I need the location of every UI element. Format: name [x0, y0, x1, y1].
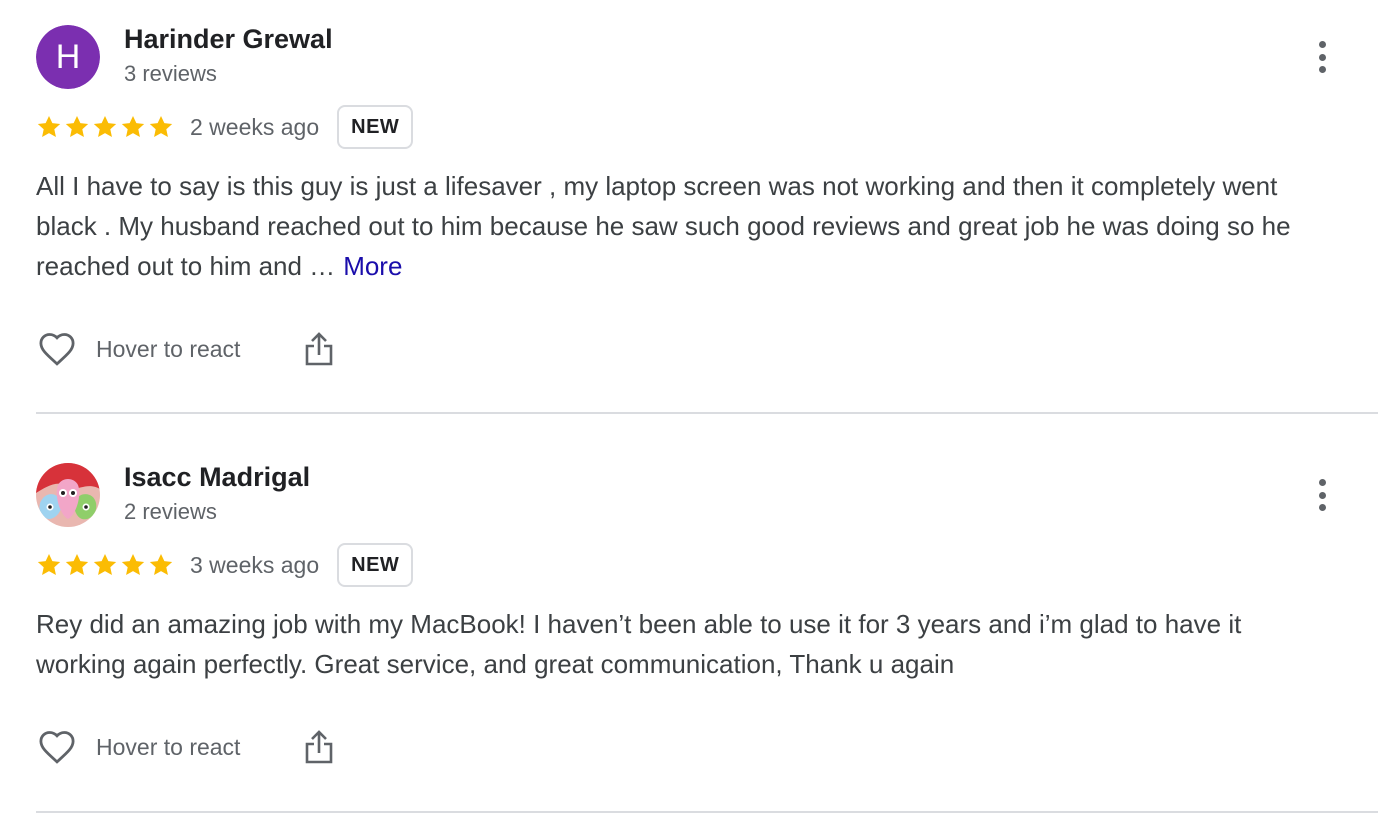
more-vert-icon — [1318, 479, 1326, 486]
review-text: All I have to say is this guy is just a … — [36, 166, 1336, 286]
review-date: 3 weeks ago — [190, 551, 320, 578]
star-icon — [121, 553, 145, 575]
star-icon — [93, 553, 117, 575]
star-icon — [149, 115, 173, 137]
more-vert-icon-dot — [1318, 491, 1326, 499]
avatar-letter: H — [36, 25, 100, 89]
more-vert-icon-dot — [1318, 66, 1326, 73]
review-actions: Hover to react — [36, 327, 336, 371]
star-icon — [121, 115, 145, 137]
avatar-image — [36, 463, 100, 527]
reviewer-review-count: 2 reviews — [124, 499, 217, 524]
star-icon — [37, 115, 61, 137]
more-vert-icon-dot — [1318, 53, 1326, 61]
more-vert-icon — [1318, 41, 1326, 48]
star-icon — [37, 553, 61, 575]
star-rating — [36, 114, 174, 140]
review-date: 2 weeks ago — [190, 113, 320, 140]
rating-row: 3 weeks ago NEW — [36, 543, 414, 587]
heart-icon — [39, 731, 75, 764]
react-label: Hover to react — [96, 733, 241, 760]
heart-icon — [39, 333, 75, 366]
avatar[interactable]: H — [36, 25, 100, 89]
more-options-button[interactable] — [1308, 37, 1336, 77]
rating-row: 2 weeks ago NEW — [36, 105, 414, 149]
react-label: Hover to react — [96, 335, 241, 362]
more-options-button[interactable] — [1308, 475, 1336, 515]
star-icon — [149, 553, 173, 575]
reviewer-name[interactable]: Isacc Madrigal — [124, 462, 310, 493]
review-body: All I have to say is this guy is just a … — [36, 171, 1291, 281]
react-button[interactable]: Hover to react — [36, 726, 240, 768]
star-rating — [36, 552, 174, 578]
review-text: Rey did an amazing job with my MacBook! … — [36, 604, 1336, 684]
review-body: Rey did an amazing job with my MacBook! … — [36, 609, 1242, 679]
more-link[interactable]: More — [343, 251, 402, 281]
avatar[interactable] — [36, 463, 100, 527]
new-badge: NEW — [337, 543, 414, 587]
review-actions: Hover to react — [36, 725, 336, 769]
more-vert-icon-dot — [1318, 504, 1326, 511]
reviewer-review-count: 3 reviews — [124, 61, 217, 86]
share-icon — [306, 332, 333, 366]
star-icon — [93, 115, 117, 137]
star-icon — [65, 115, 89, 137]
reviewer-name[interactable]: Harinder Grewal — [124, 24, 333, 55]
react-button[interactable]: Hover to react — [36, 328, 240, 370]
star-icon — [65, 553, 89, 575]
review-card: Isacc Madrigal 2 reviews 3 weeks ago NEW… — [36, 440, 1378, 813]
new-badge: NEW — [337, 105, 414, 149]
share-button[interactable] — [302, 727, 336, 767]
share-icon — [306, 730, 333, 764]
share-button[interactable] — [302, 329, 336, 369]
review-card: H Harinder Grewal 3 reviews 2 weeks ago … — [36, 0, 1378, 414]
